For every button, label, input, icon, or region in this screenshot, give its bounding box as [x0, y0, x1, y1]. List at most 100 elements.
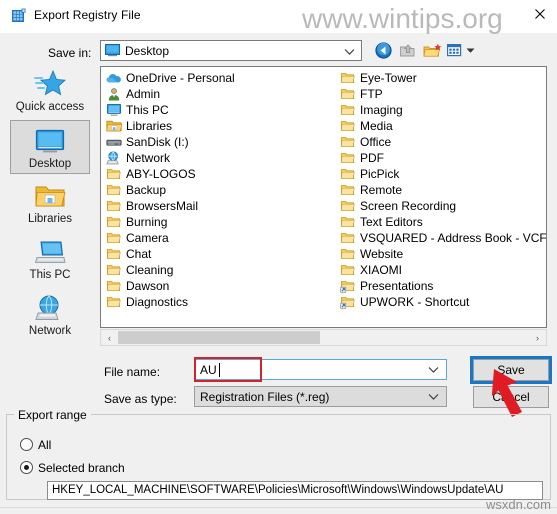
file-list-item[interactable]: Burning	[105, 214, 335, 230]
scrollbar-thumb[interactable]	[118, 331, 320, 344]
file-list-item[interactable]: Camera	[105, 230, 335, 246]
file-list-item[interactable]: Diagnostics	[105, 294, 335, 310]
folder-shortcut-icon	[340, 295, 356, 309]
file-list-item[interactable]: Imaging	[339, 102, 545, 118]
file-list-item-label: This PC	[126, 103, 169, 117]
file-list-item-label: Imaging	[360, 103, 403, 117]
chevron-down-icon[interactable]	[428, 365, 439, 377]
file-list-column-left: OneDrive - Personal Admin This PC Libraries…	[105, 70, 335, 310]
export-range-title: Export range	[14, 408, 91, 422]
registry-editor-icon	[11, 8, 27, 24]
sidebar-item-this-pc[interactable]: This PC	[10, 232, 90, 286]
file-list-item-label: Office	[360, 135, 392, 149]
radio-checked-icon	[20, 461, 33, 474]
save-in-label: Save in:	[48, 46, 92, 60]
views-button[interactable]	[446, 40, 476, 61]
file-list-column-right: Eye-Tower FTP Imaging Media Office PDF PicPick…	[339, 70, 547, 310]
file-list-item[interactable]: BrowsersMail	[105, 198, 335, 214]
libraries-folder-icon	[10, 180, 90, 212]
file-list-item[interactable]: Dawson	[105, 278, 335, 294]
save-as-type-combobox[interactable]: Registration Files (*.reg)	[194, 386, 447, 407]
file-list-item[interactable]: Network	[105, 150, 335, 166]
sidebar-item-network[interactable]: Network	[10, 288, 90, 342]
file-list-item[interactable]: OneDrive - Personal	[105, 70, 335, 86]
file-list-item[interactable]: FTP	[339, 86, 545, 102]
file-list-item[interactable]: Chat	[105, 246, 335, 262]
computer-icon	[106, 103, 122, 117]
file-list-item-label: Burning	[126, 215, 168, 229]
file-list-item[interactable]: Text Editors	[339, 214, 545, 230]
file-list-item[interactable]: Eye-Tower	[339, 70, 545, 86]
globe-network-icon	[10, 292, 90, 324]
places-bar: Quick access Desktop Libraries This PC N…	[4, 64, 96, 364]
new-folder-icon	[423, 43, 441, 57]
folder-icon	[340, 183, 356, 197]
radio-export-range-all[interactable]: All	[20, 438, 51, 452]
folder-icon	[106, 199, 122, 213]
file-list-item-label: Dawson	[126, 279, 170, 293]
file-list-item[interactable]: Cleaning	[105, 262, 335, 278]
sidebar-item-label: Libraries	[27, 213, 73, 225]
sidebar-item-label: Quick access	[15, 101, 85, 113]
close-button[interactable]	[529, 4, 551, 24]
folder-icon	[340, 103, 356, 117]
radio-export-range-selected-branch[interactable]: Selected branch	[20, 461, 125, 475]
chevron-down-icon[interactable]	[344, 47, 355, 59]
file-list-item[interactable]: PDF	[339, 150, 545, 166]
file-list-item[interactable]: Office	[339, 134, 545, 150]
folder-icon	[106, 231, 122, 245]
folder-icon	[106, 295, 122, 309]
file-list-item-label: VSQUARED - Address Book - VCF	[360, 231, 547, 245]
file-list-item[interactable]: SanDisk (I:)	[105, 134, 335, 150]
selected-branch-path-value: HKEY_LOCAL_MACHINE\SOFTWARE\Policies\Mic…	[52, 484, 504, 496]
file-list-item[interactable]: Admin	[105, 86, 335, 102]
file-name-value: AU	[200, 363, 217, 377]
export-registry-file-dialog: Export Registry File www.wintips.org Sav…	[0, 0, 557, 514]
back-button[interactable]	[372, 40, 394, 61]
radio-label: All	[38, 438, 52, 452]
save-button[interactable]: Save	[473, 359, 549, 381]
cancel-button[interactable]: Cancel	[473, 386, 549, 408]
save-as-type-label: Save as type:	[104, 392, 177, 406]
window-bottom-edge	[0, 507, 557, 514]
file-list-item[interactable]: Libraries	[105, 118, 335, 134]
file-list-item[interactable]: Remote	[339, 182, 545, 198]
file-list[interactable]: OneDrive - Personal Admin This PC Libraries…	[100, 66, 547, 328]
views-grid-icon	[447, 44, 462, 57]
horizontal-scrollbar[interactable]: ‹ ›	[100, 329, 547, 346]
file-list-item-label: Admin	[126, 87, 161, 101]
file-list-item[interactable]: This PC	[105, 102, 335, 118]
file-name-input[interactable]: AU	[194, 359, 447, 380]
sidebar-item-quick-access[interactable]: Quick access	[10, 64, 90, 118]
folder-icon	[340, 215, 356, 229]
radio-unchecked-icon	[20, 438, 33, 451]
window-title: Export Registry File	[34, 8, 141, 22]
file-list-item[interactable]: Backup	[105, 182, 335, 198]
file-list-item[interactable]: ABY-LOGOS	[105, 166, 335, 182]
folder-icon	[340, 263, 356, 277]
file-list-item-label: ABY-LOGOS	[126, 167, 196, 181]
scroll-left-arrow-icon[interactable]: ‹	[101, 330, 118, 345]
new-folder-button[interactable]	[421, 40, 443, 61]
chevron-down-icon[interactable]	[428, 392, 439, 404]
file-list-item-label: PDF	[360, 151, 384, 165]
file-list-item[interactable]: Media	[339, 118, 545, 134]
file-list-item[interactable]: PicPick	[339, 166, 545, 182]
sidebar-item-desktop[interactable]: Desktop	[10, 120, 90, 174]
radio-label: Selected branch	[38, 461, 125, 475]
file-list-item[interactable]: UPWORK - Shortcut	[339, 294, 545, 310]
save-in-combobox[interactable]: Desktop	[100, 40, 362, 61]
file-list-item[interactable]: Screen Recording	[339, 198, 545, 214]
up-one-level-button[interactable]	[397, 40, 419, 61]
libraries-folder-icon	[106, 119, 123, 133]
folder-icon	[340, 87, 356, 101]
selected-branch-path-input[interactable]: HKEY_LOCAL_MACHINE\SOFTWARE\Policies\Mic…	[47, 481, 543, 500]
folder-icon	[106, 263, 122, 277]
file-list-item[interactable]: Presentations	[339, 278, 545, 294]
file-list-item[interactable]: XIAOMI	[339, 262, 545, 278]
file-list-item[interactable]: Website	[339, 246, 545, 262]
scroll-right-arrow-icon[interactable]: ›	[529, 330, 546, 345]
sidebar-item-libraries[interactable]: Libraries	[10, 176, 90, 230]
file-list-item-label: Cleaning	[126, 263, 174, 277]
file-list-item[interactable]: VSQUARED - Address Book - VCF	[339, 230, 547, 246]
